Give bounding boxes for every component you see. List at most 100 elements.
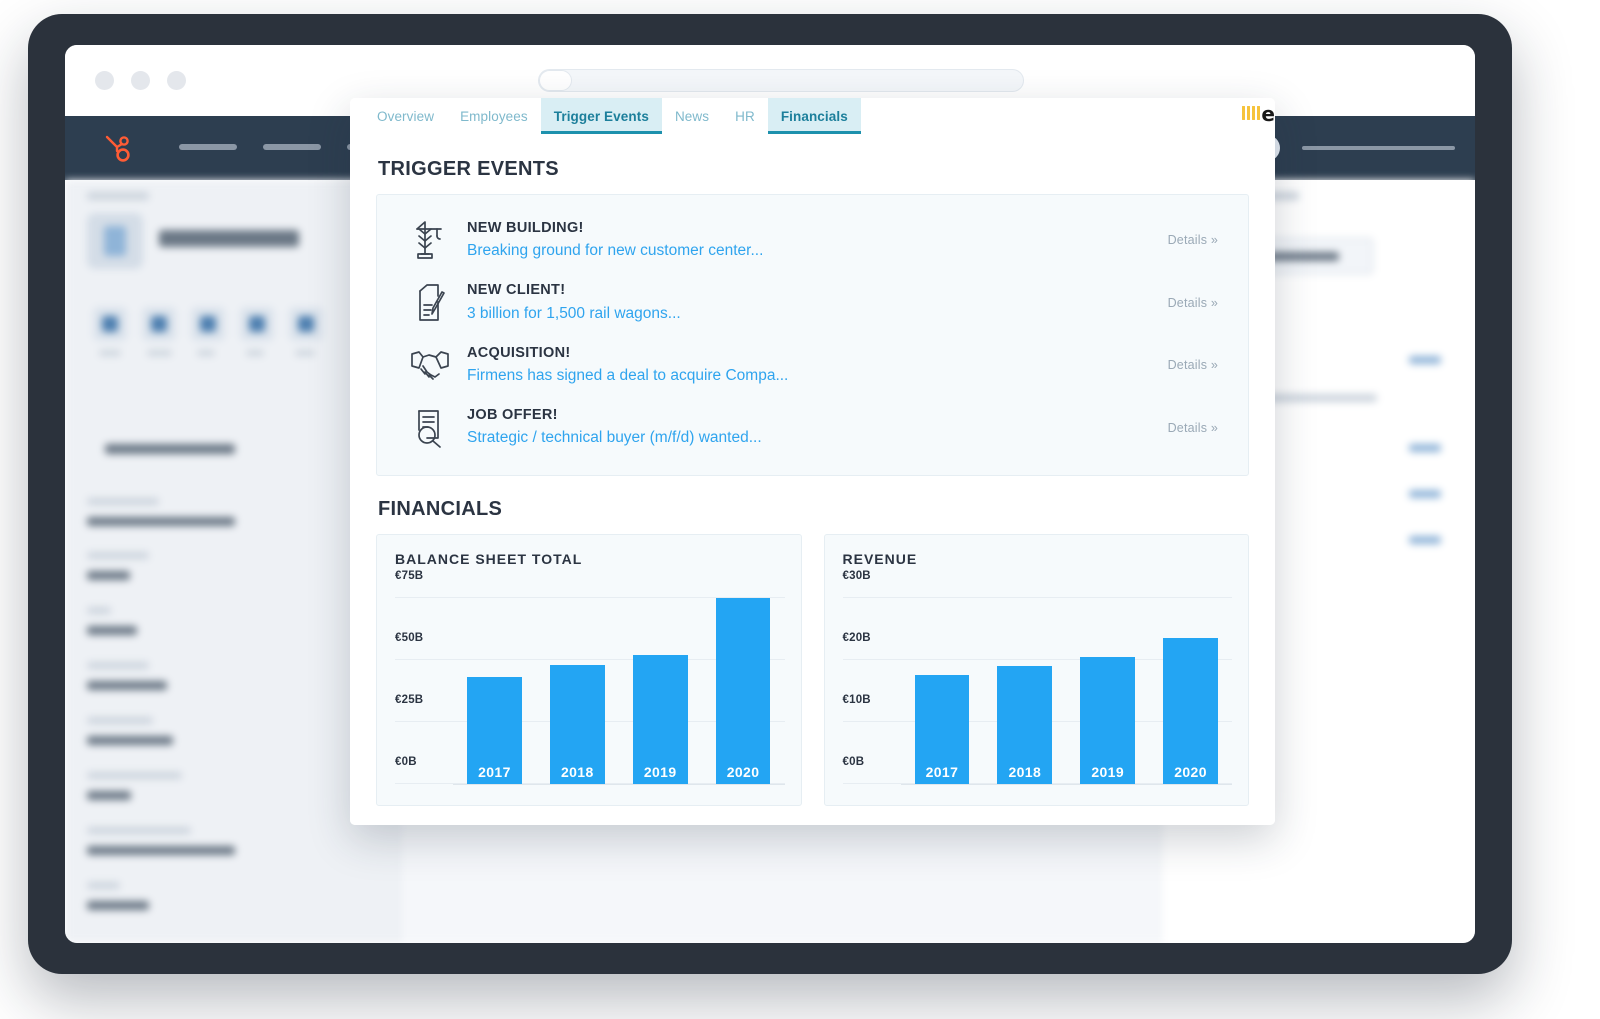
chart-card-balance-sheet: BALANCE SHEET TOTAL €0B €25B €50B €75B 2… bbox=[376, 533, 802, 806]
window-controls[interactable] bbox=[95, 71, 186, 90]
device-screen: Overview Employees Trigger Events News H… bbox=[65, 45, 1475, 943]
y-axis-tick: €25B bbox=[395, 693, 424, 706]
chart-bars: 2017 2018 2019 2020 bbox=[453, 573, 785, 784]
bar-2018: 2018 bbox=[997, 666, 1053, 784]
details-link[interactable]: Details » bbox=[1168, 358, 1226, 372]
field-label-employees bbox=[87, 772, 182, 779]
bar-2017: 2017 bbox=[467, 677, 522, 784]
maximize-icon[interactable] bbox=[167, 71, 186, 90]
event-text: NEW BUILDING! Breaking ground for new cu… bbox=[459, 218, 1168, 262]
trigger-events-heading: TRIGGER EVENTS bbox=[378, 158, 559, 180]
details-link[interactable]: Details » bbox=[1168, 233, 1226, 247]
event-title: JOB OFFER! bbox=[467, 407, 558, 424]
bar-category-label: 2019 bbox=[1091, 763, 1125, 780]
event-text: JOB OFFER! Strategic / technical buyer (… bbox=[459, 405, 1168, 449]
list-item[interactable]: NEW CLIENT! 3 billion for 1,500 rail wag… bbox=[395, 271, 1230, 333]
chart-title: BALANCE SHEET TOTAL bbox=[395, 550, 583, 567]
crm-nav-link-1[interactable] bbox=[179, 144, 237, 150]
field-value-postal-code bbox=[87, 571, 130, 580]
right-add-link-2[interactable] bbox=[1409, 444, 1441, 452]
note-icon[interactable] bbox=[93, 307, 127, 341]
address-bar[interactable] bbox=[538, 69, 1024, 92]
field-value-industry bbox=[87, 901, 149, 910]
details-link[interactable]: Details » bbox=[1168, 296, 1226, 310]
chart-plot-area: €0B €10B €20B €30B 2017 2018 2019 2020 bbox=[842, 570, 1232, 785]
note-label bbox=[99, 350, 121, 356]
about-company-header[interactable] bbox=[105, 444, 235, 454]
event-subtitle[interactable]: Strategic / technical buyer (m/f/d) want… bbox=[467, 427, 1168, 449]
list-item[interactable]: ACQUISITION! Firmens has signed a deal t… bbox=[395, 334, 1230, 396]
echobot-company-modal: Overview Employees Trigger Events News H… bbox=[350, 98, 1275, 825]
document-magnifier-icon bbox=[401, 408, 459, 448]
bar-category-label: 2018 bbox=[1008, 763, 1042, 780]
tablet-device-frame: Overview Employees Trigger Events News H… bbox=[28, 14, 1512, 974]
call-icon[interactable] bbox=[191, 307, 225, 341]
y-axis-tick: €30B bbox=[842, 569, 871, 582]
field-value-state-region bbox=[87, 681, 167, 690]
minimize-icon[interactable] bbox=[131, 71, 150, 90]
crm-nav-link-2[interactable] bbox=[263, 144, 321, 150]
screenshot-stage: Overview Employees Trigger Events News H… bbox=[0, 0, 1600, 1019]
bar-category-label: 2017 bbox=[478, 763, 511, 780]
y-axis-tick: €0B bbox=[842, 755, 865, 768]
y-axis-tick: €0B bbox=[395, 755, 417, 768]
hubspot-logo-icon[interactable] bbox=[103, 133, 131, 163]
handshake-icon bbox=[401, 348, 459, 382]
task-icon[interactable] bbox=[289, 307, 323, 341]
trigger-events-panel: NEW BUILDING! Breaking ground for new cu… bbox=[376, 194, 1249, 476]
bar-group: 2017 bbox=[914, 573, 970, 784]
tab-hr[interactable]: HR bbox=[722, 98, 768, 134]
tab-trigger-events[interactable]: Trigger Events bbox=[540, 98, 663, 134]
event-title: NEW CLIENT! bbox=[467, 282, 566, 299]
crane-icon bbox=[401, 220, 459, 260]
bar-2019: 2019 bbox=[1080, 656, 1136, 784]
event-subtitle[interactable]: Breaking ground for new customer center.… bbox=[467, 240, 1168, 262]
bar-category-label: 2018 bbox=[560, 763, 594, 780]
call-label bbox=[197, 350, 215, 356]
field-label-phone bbox=[87, 717, 153, 724]
field-label-parent-company bbox=[87, 498, 159, 505]
task-label bbox=[295, 350, 315, 356]
list-item[interactable]: JOB OFFER! Strategic / technical buyer (… bbox=[395, 396, 1230, 458]
account-name-placeholder bbox=[1302, 146, 1455, 150]
list-item[interactable]: NEW BUILDING! Breaking ground for new cu… bbox=[395, 209, 1230, 271]
close-icon[interactable] bbox=[95, 71, 114, 90]
right-add-link-3[interactable] bbox=[1409, 490, 1441, 498]
bar-group: 2020 bbox=[715, 573, 771, 784]
field-label-industry bbox=[87, 882, 120, 889]
event-text: NEW CLIENT! 3 billion for 1,500 rail wag… bbox=[459, 280, 1168, 324]
event-title: ACQUISITION! bbox=[467, 344, 571, 361]
field-label-city bbox=[87, 607, 111, 614]
field-label-website bbox=[87, 827, 191, 834]
bar-group: 2017 bbox=[467, 573, 522, 784]
tab-financials[interactable]: Financials bbox=[767, 98, 861, 134]
chart-card-revenue: REVENUE €0B €10B €20B €30B 2017 2018 201… bbox=[823, 533, 1249, 806]
log-icon[interactable] bbox=[240, 307, 274, 341]
event-subtitle[interactable]: Firmens has signed a deal to acquire Com… bbox=[467, 365, 1168, 387]
page-title bbox=[159, 230, 299, 247]
tab-employees[interactable]: Employees bbox=[447, 98, 541, 134]
event-text: ACQUISITION! Firmens has signed a deal t… bbox=[459, 343, 1168, 387]
echobot-bars-icon bbox=[1242, 106, 1261, 120]
modal-body: TRIGGER EVENTS NEW BUILDING! Breaking gr… bbox=[350, 134, 1275, 825]
modal-tabbar: Overview Employees Trigger Events News H… bbox=[350, 98, 1275, 134]
right-add-link-4[interactable] bbox=[1409, 536, 1441, 544]
bar-2018: 2018 bbox=[549, 664, 605, 784]
log-label bbox=[246, 350, 264, 356]
chart-plot-area: €0B €25B €50B €75B 2017 2018 2019 2020 bbox=[395, 570, 785, 785]
right-add-link-1[interactable] bbox=[1409, 356, 1441, 364]
details-link[interactable]: Details » bbox=[1168, 421, 1226, 435]
tab-overview[interactable]: Overview bbox=[364, 98, 447, 134]
field-value-phone bbox=[87, 736, 173, 745]
field-value-website bbox=[87, 846, 235, 855]
field-value-employees bbox=[87, 791, 131, 800]
email-icon[interactable] bbox=[142, 307, 176, 341]
tab-news[interactable]: News bbox=[662, 98, 722, 134]
event-subtitle[interactable]: 3 billion for 1,500 rail wagons... bbox=[467, 303, 1168, 325]
echobot-logo-letter: e bbox=[1261, 102, 1275, 126]
bar-group: 2019 bbox=[1080, 573, 1136, 784]
address-bar-prefix bbox=[539, 70, 572, 91]
y-axis-tick: €20B bbox=[842, 631, 871, 644]
field-label-state-region bbox=[87, 662, 149, 669]
bar-2017: 2017 bbox=[914, 675, 970, 784]
